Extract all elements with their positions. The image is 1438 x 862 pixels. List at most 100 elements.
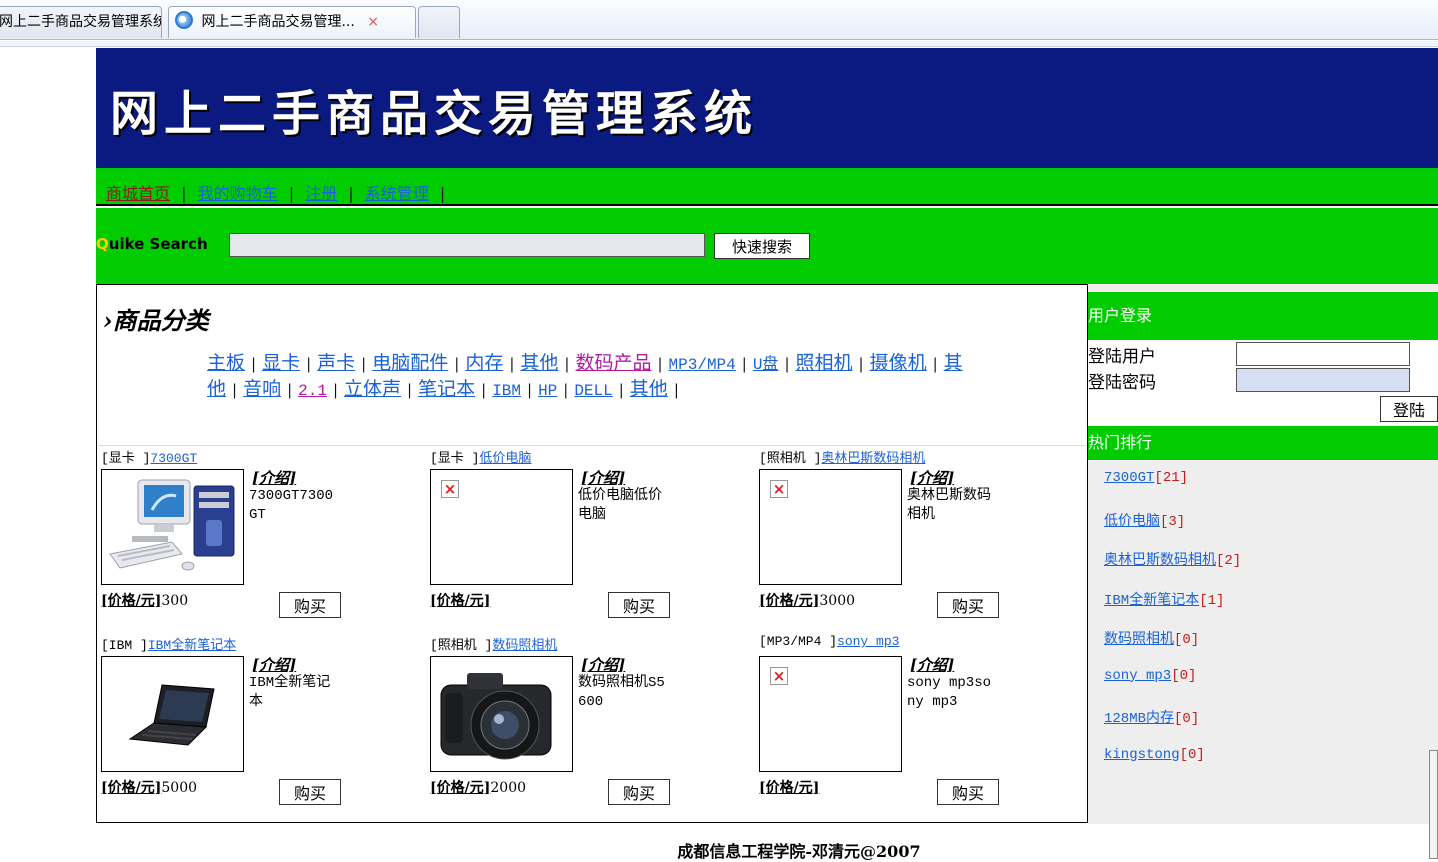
buy-button[interactable]: 购买	[608, 779, 670, 805]
product-header: [IBM ]IBM全新笔记本	[101, 638, 237, 653]
price-label-link[interactable]: [价格/元]	[430, 593, 490, 609]
product-price: [价格/元]	[759, 777, 819, 797]
nav-register-link[interactable]: 注册	[305, 184, 337, 203]
product-name-link[interactable]: sony mp3	[837, 634, 899, 649]
login-button[interactable]: 登陆	[1380, 396, 1438, 422]
category-link[interactable]: HP	[538, 382, 557, 400]
buy-button[interactable]: 购买	[608, 592, 670, 618]
product-intro: 7300GT7300GT	[249, 488, 334, 523]
hot-ranking-list: 7300GT[21] 低价电脑[3] 奥林巴斯数码相机[2] IBM全新笔记本[…	[1104, 470, 1241, 786]
browser-tab-first[interactable]: 网上二手商品交易管理系统	[0, 6, 162, 38]
product-name-link[interactable]: IBM全新笔记本	[148, 638, 236, 653]
browser-tab-active[interactable]: 网上二手商品交易管理... ×	[168, 6, 416, 38]
hot-item-link[interactable]: 低价电脑	[1104, 514, 1160, 530]
product-intro-label: [介绍]	[581, 656, 626, 674]
hot-ranking-header: 热门排行	[1088, 426, 1438, 460]
category-link[interactable]: 其他	[630, 378, 668, 400]
hot-item: 128MB内存[0]	[1104, 711, 1200, 727]
password-label: 登陆密码	[1088, 373, 1156, 393]
product-image[interactable]: ×	[759, 469, 902, 585]
category-link[interactable]: IBM	[492, 382, 521, 400]
price-label-link[interactable]: [价格/元]	[101, 593, 161, 609]
price-label-link[interactable]: [价格/元]	[101, 780, 161, 796]
tab-label: 网上二手商品交易管理系统	[0, 14, 162, 30]
product-intro: sony mp3sony mp3	[907, 675, 992, 710]
category-link[interactable]: 2.1	[298, 382, 327, 400]
product-intro: 数码照相机S5600	[578, 675, 665, 710]
nav-cart-link[interactable]: 我的购物车	[198, 184, 278, 203]
hot-item-link[interactable]: 数码照相机	[1104, 632, 1174, 648]
product-image[interactable]	[430, 656, 573, 772]
buy-button[interactable]: 购买	[279, 779, 341, 805]
product-intro-label: [介绍]	[252, 656, 297, 674]
product-name-link[interactable]: 7300GT	[150, 451, 197, 466]
nav-home-link[interactable]: 商城首页	[106, 184, 170, 203]
hot-item: 数码照相机[0]	[1104, 632, 1200, 648]
hot-item-link[interactable]: 7300GT	[1104, 470, 1154, 486]
category-link[interactable]: 立体声	[344, 378, 401, 400]
category-link[interactable]: U盘	[753, 356, 779, 374]
category-link[interactable]: 其他	[520, 352, 558, 374]
product-intro-label: [介绍]	[910, 469, 955, 487]
product-price: [价格/元]300	[101, 593, 189, 609]
hot-item-link[interactable]: 128MB内存	[1104, 711, 1174, 727]
price-label-link[interactable]: [价格/元]	[430, 780, 490, 796]
price-label-link[interactable]: [价格/元]	[759, 780, 819, 796]
hot-item-link[interactable]: IBM全新笔记本	[1104, 593, 1199, 609]
edge-popup-widget[interactable]	[1429, 750, 1438, 859]
category-link[interactable]: 电脑配件	[372, 352, 448, 374]
product-card: [显卡 ]7300GT [介绍] 7300GT7300GT [价格/元]300 …	[97, 447, 417, 618]
hot-item-link[interactable]: 奥林巴斯数码相机	[1104, 553, 1216, 569]
category-link[interactable]: 笔记本	[418, 378, 475, 400]
hot-item-link[interactable]: kingstong	[1104, 747, 1180, 763]
category-link[interactable]: 主板	[207, 352, 245, 374]
buy-button[interactable]: 购买	[279, 592, 341, 618]
nav-separator: |	[348, 184, 354, 203]
category-link[interactable]: 音响	[243, 378, 281, 400]
category-section-title: ›商品分类	[103, 306, 209, 335]
browser-tab-new[interactable]	[418, 6, 460, 38]
login-form: 登陆用户 登陆密码 登陆	[1088, 340, 1438, 426]
product-image[interactable]	[101, 469, 244, 585]
product-header: [照相机 ]数码照相机	[430, 638, 558, 653]
username-label: 登陆用户	[1088, 347, 1156, 367]
product-image[interactable]: ×	[759, 656, 902, 772]
product-price: [价格/元]5000	[101, 780, 198, 796]
category-link[interactable]: 声卡	[317, 352, 355, 374]
product-image[interactable]: ×	[430, 469, 573, 585]
nav-admin-link[interactable]: 系统管理	[365, 184, 429, 203]
close-icon[interactable]: ×	[367, 14, 379, 30]
search-input[interactable]	[229, 233, 705, 257]
buy-button[interactable]: 购买	[937, 592, 999, 618]
username-input[interactable]	[1236, 342, 1410, 366]
product-intro-label: [介绍]	[910, 656, 955, 674]
product-header: [显卡 ]低价电脑	[430, 451, 532, 466]
category-link[interactable]: MP3/MP4	[669, 356, 736, 374]
quick-search-button[interactable]: 快速搜索	[714, 233, 810, 259]
category-link[interactable]: 照相机	[796, 352, 853, 374]
search-label: Quike Search	[96, 235, 208, 253]
browser-tab-strip: 网上二手商品交易管理系统 网上二手商品交易管理... ×	[0, 0, 1438, 40]
product-intro-label: [介绍]	[581, 469, 626, 487]
product-header: [照相机 ]奥林巴斯数码相机	[759, 451, 926, 466]
category-link[interactable]: DELL	[574, 382, 612, 400]
product-header: [MP3/MP4 ]sony mp3	[759, 634, 900, 649]
category-link[interactable]: 显卡	[262, 352, 300, 374]
broken-image-icon: ×	[770, 480, 788, 498]
product-name-link[interactable]: 低价电脑	[479, 451, 531, 466]
category-link[interactable]: 摄像机	[870, 352, 927, 374]
product-intro-label: [介绍]	[252, 469, 297, 487]
nav-separator: |	[439, 184, 446, 203]
product-name-link[interactable]: 数码照相机	[492, 638, 557, 653]
buy-button[interactable]: 购买	[937, 779, 999, 805]
hot-item-link[interactable]: sony mp3	[1104, 668, 1171, 684]
product-name-link[interactable]: 奥林巴斯数码相机	[821, 451, 925, 466]
category-link[interactable]: 数码产品	[575, 352, 651, 374]
password-input[interactable]	[1236, 368, 1410, 392]
product-header: [显卡 ]7300GT	[101, 451, 198, 466]
tab-label: 网上二手商品交易管理...	[201, 14, 355, 30]
site-banner: 网上二手商品交易管理系统	[96, 48, 1438, 168]
product-image[interactable]	[101, 656, 244, 772]
price-label-link[interactable]: [价格/元]	[759, 593, 819, 609]
category-link[interactable]: 内存	[465, 352, 503, 374]
